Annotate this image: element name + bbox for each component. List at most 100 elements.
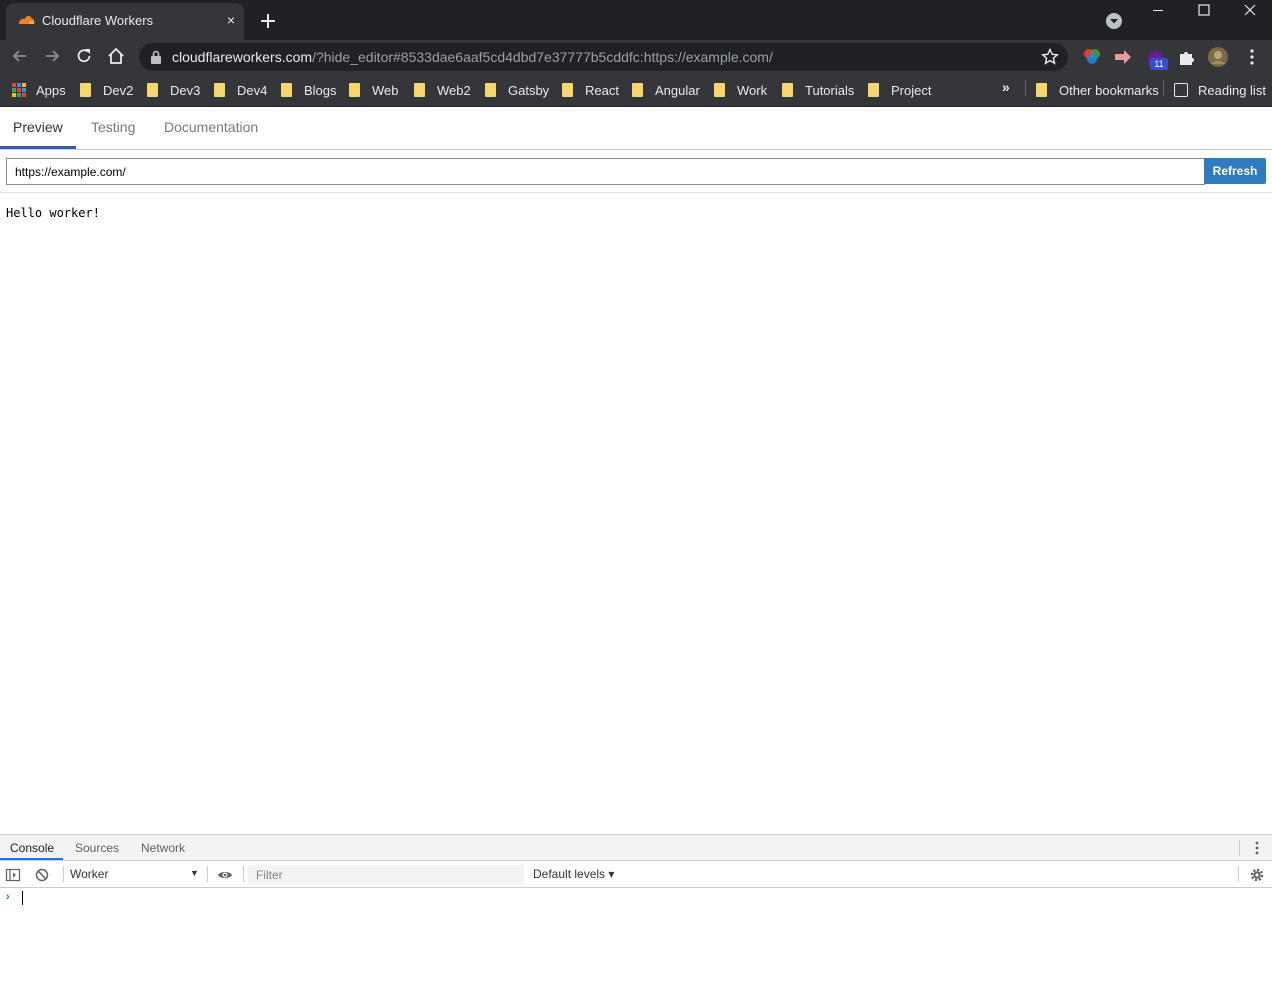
- folder-icon: [485, 83, 496, 97]
- log-levels-dropdown[interactable]: Default levels ▾: [533, 867, 614, 881]
- context-selector[interactable]: Worker: [70, 867, 108, 881]
- tab-preview[interactable]: Preview: [13, 119, 63, 135]
- console-filter-input[interactable]: [248, 865, 524, 884]
- url-path: /?hide_editor#8533dae6aaf5cd4dbd7e37777b…: [312, 49, 773, 65]
- console-input[interactable]: [22, 891, 23, 905]
- bookmark-folder-react[interactable]: React: [562, 80, 619, 100]
- bookmarks-divider: [1025, 80, 1026, 96]
- url-host: cloudflareworkers.com: [172, 49, 313, 65]
- folder-icon: [1036, 83, 1047, 97]
- bookmark-folder-blogs[interactable]: Blogs: [281, 80, 337, 100]
- bookmark-label: Project: [891, 82, 932, 98]
- folder-icon: [562, 83, 573, 97]
- bookmarks-bar: Apps Dev2 Dev3 Dev4 Blogs Web Web2 Gatsb…: [0, 73, 1272, 107]
- toolbar-divider: [207, 866, 208, 882]
- bookmark-folder-gatsby[interactable]: Gatsby: [485, 80, 549, 100]
- more-menu-icon[interactable]: [1242, 47, 1262, 67]
- page-content: Preview Testing Documentation Refresh He…: [0, 107, 1272, 834]
- devtools-tabs: Console Sources Network: [0, 835, 1272, 861]
- preview-divider: [0, 192, 1272, 193]
- bookmark-label: Web: [372, 82, 399, 98]
- bookmark-folder-work[interactable]: Work: [714, 80, 767, 100]
- folder-icon: [782, 83, 793, 97]
- folder-icon: [349, 83, 360, 97]
- browser-tab[interactable]: Cloudflare Workers ×: [6, 3, 244, 40]
- active-tab-indicator: [0, 146, 76, 149]
- bookmark-folder-dev3[interactable]: Dev3: [147, 80, 200, 100]
- bookmark-label: Gatsby: [508, 82, 550, 98]
- new-tab-icon[interactable]: [258, 11, 278, 31]
- bookmark-folder-dev2[interactable]: Dev2: [80, 80, 133, 100]
- bookmarks-divider: [1163, 80, 1164, 96]
- bookmark-folder-web2[interactable]: Web2: [414, 80, 471, 100]
- chevron-down-icon[interactable]: ▼: [190, 868, 199, 878]
- tab-title: Cloudflare Workers: [42, 13, 154, 28]
- live-expression-eye-icon[interactable]: [217, 867, 233, 883]
- profile-avatar-icon[interactable]: [1208, 47, 1228, 67]
- maximize-icon[interactable]: [1181, 0, 1227, 24]
- sidebar-toggle-icon[interactable]: [5, 867, 21, 883]
- browser-toolbar: cloudflareworkers.com/?hide_editor#8533d…: [0, 40, 1272, 73]
- bookmark-label: React: [585, 82, 619, 98]
- back-icon[interactable]: [10, 46, 30, 66]
- preview-url-input[interactable]: [6, 158, 1205, 185]
- bookmark-label: Dev2: [103, 82, 134, 98]
- folder-icon: [868, 83, 879, 97]
- bookmark-label: Web2: [437, 82, 471, 98]
- address-bar[interactable]: cloudflareworkers.com/?hide_editor#8533d…: [139, 43, 1068, 71]
- bookmark-folder-angular[interactable]: Angular: [632, 80, 700, 100]
- folder-icon: [147, 83, 158, 97]
- toolbar-divider: [1239, 840, 1240, 856]
- toolbar-divider: [243, 866, 244, 882]
- devtools-more-icon[interactable]: [1252, 840, 1262, 856]
- folder-icon: [214, 83, 225, 97]
- tab-console[interactable]: Console: [10, 841, 54, 855]
- bookmark-folder-dev4[interactable]: Dev4: [214, 80, 267, 100]
- reading-list-icon: [1174, 83, 1188, 97]
- bookmark-star-icon[interactable]: [1041, 48, 1059, 66]
- tab-close-icon[interactable]: ×: [224, 13, 238, 27]
- console-toolbar: Worker ▼ Default levels ▾: [0, 861, 1272, 888]
- bookmark-folder-tutorials[interactable]: Tutorials: [782, 80, 854, 100]
- console-prompt-icon: ›: [6, 891, 10, 903]
- reload-icon[interactable]: [74, 46, 94, 66]
- bookmark-label: Other bookmarks: [1059, 82, 1159, 98]
- bookmark-label: Dev3: [170, 82, 201, 98]
- tab-network[interactable]: Network: [141, 841, 185, 855]
- bookmark-apps[interactable]: Apps: [12, 80, 66, 100]
- folder-icon: [414, 83, 425, 97]
- arrow-extension-icon[interactable]: [1113, 47, 1133, 67]
- bookmark-label: Tutorials: [805, 82, 855, 98]
- color-picker-extension-icon[interactable]: [1082, 47, 1102, 67]
- active-devtools-tab-indicator: [0, 858, 63, 860]
- bookmark-other-bookmarks[interactable]: Other bookmarks: [1036, 80, 1159, 100]
- bookmark-folder-project[interactable]: Project: [868, 80, 931, 100]
- url-text: cloudflareworkers.com/?hide_editor#8533d…: [172, 49, 773, 65]
- home-icon[interactable]: [106, 46, 126, 66]
- bookmark-folder-web[interactable]: Web: [349, 80, 399, 100]
- tab-documentation[interactable]: Documentation: [164, 119, 258, 135]
- settings-gear-icon[interactable]: [1249, 867, 1265, 883]
- clear-console-icon[interactable]: [34, 867, 50, 883]
- bookmark-label: Work: [737, 82, 768, 98]
- close-window-icon[interactable]: [1227, 0, 1272, 24]
- toolbar-divider: [63, 866, 64, 882]
- preview-output: Hello worker!: [6, 206, 100, 220]
- refresh-button[interactable]: Refresh: [1204, 158, 1266, 184]
- toolbar-divider: [1238, 866, 1239, 882]
- bookmark-label: Blogs: [304, 82, 337, 98]
- more-bookmarks-chevron-icon[interactable]: »: [1002, 79, 1010, 95]
- apps-icon: [12, 83, 26, 97]
- lock-icon[interactable]: [150, 50, 162, 64]
- extensions-puzzle-icon[interactable]: [1177, 47, 1197, 67]
- reading-list-button[interactable]: Reading list: [1174, 80, 1266, 100]
- reading-list-label: Reading list: [1198, 82, 1266, 98]
- tab-testing[interactable]: Testing: [91, 119, 135, 135]
- cloudflare-logo-icon: [19, 16, 35, 24]
- folder-icon: [714, 83, 725, 97]
- minimize-icon[interactable]: [1135, 0, 1181, 24]
- tab-sources[interactable]: Sources: [75, 841, 119, 855]
- browser-titlebar: Cloudflare Workers ×: [0, 0, 1272, 40]
- tab-search-icon[interactable]: [1105, 12, 1123, 30]
- forward-icon[interactable]: [42, 46, 62, 66]
